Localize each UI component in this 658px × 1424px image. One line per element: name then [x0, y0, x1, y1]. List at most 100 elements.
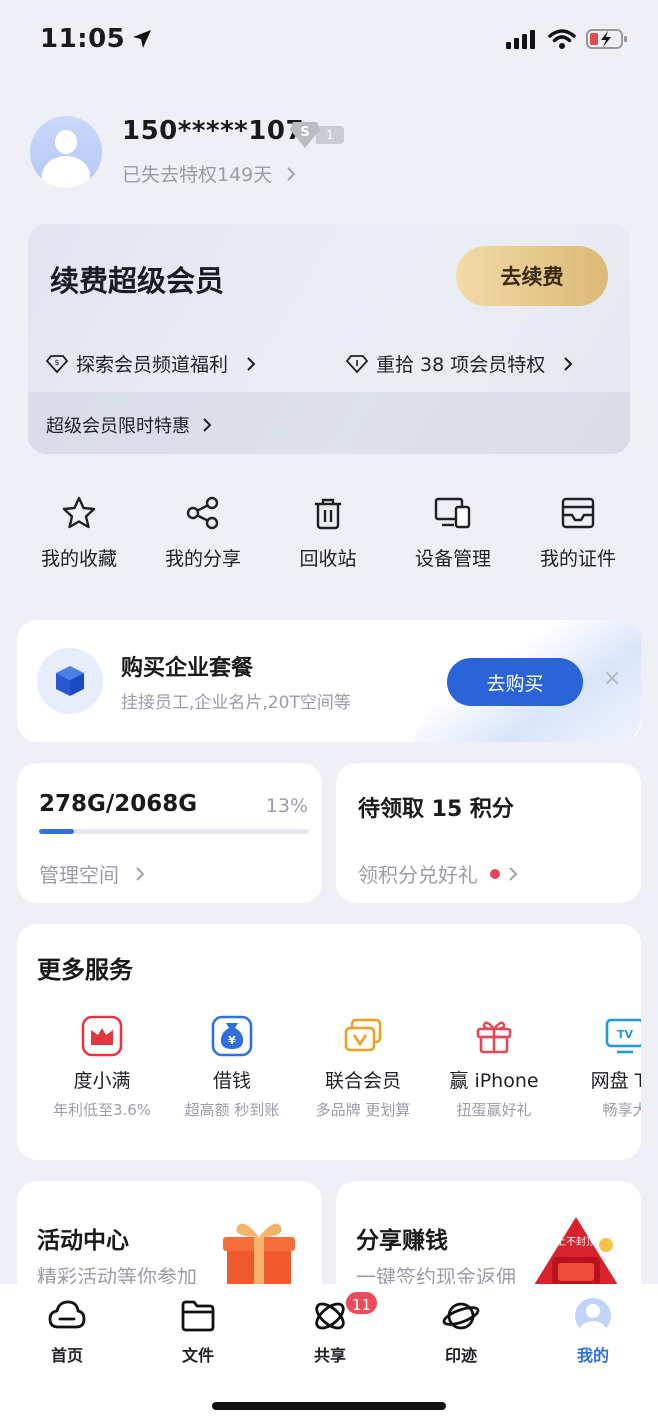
vip-promo-label: 超级会员限时特惠	[46, 416, 190, 437]
badge-letter: S	[290, 122, 320, 148]
tab-imprint[interactable]: 印迹	[411, 1296, 511, 1366]
username: 150*****107	[122, 116, 305, 146]
svg-text:$: $	[54, 358, 59, 367]
buy-button[interactable]: 去购买	[447, 658, 583, 706]
manage-space-label: 管理空间	[39, 863, 119, 887]
storage-percent: 13%	[265, 795, 308, 817]
service-name: 联合会员	[324, 1070, 401, 1092]
manage-space-link[interactable]: 管理空间	[39, 859, 145, 888]
tab-label: 首页	[50, 1346, 83, 1365]
folder-icon	[178, 1296, 218, 1336]
shortcut-label: 我的收藏	[40, 548, 117, 570]
tv-icon: TV	[603, 1014, 641, 1058]
service-name: 赢 iPhone	[449, 1070, 539, 1092]
service-joint-membership[interactable]: 联合会员 多品牌 更划算	[298, 1014, 428, 1120]
vip-renew-card: 续费超级会员 去续费 $ 探索会员频道福利 重拾 38 项会员特权 超级会员限时…	[28, 224, 630, 454]
vip-title: 续费超级会员	[50, 264, 225, 298]
privilege-expired-link[interactable]: 已失去特权149天	[122, 160, 296, 187]
service-duxiaoman[interactable]: 度小满 年利低至3.6%	[37, 1014, 167, 1120]
signal-icon	[506, 30, 535, 49]
promo-art-text: 上不封顶	[556, 1237, 596, 1248]
shortcut-label: 我的证件	[539, 548, 616, 570]
tab-home[interactable]: 首页	[17, 1296, 117, 1366]
shortcut-devices[interactable]: 设备管理	[391, 494, 515, 571]
diamond-coin-icon: $	[46, 354, 68, 373]
avatar[interactable]	[30, 116, 102, 188]
chevron-right-icon	[509, 866, 518, 881]
status-indicators	[506, 28, 628, 50]
tab-files[interactable]: 文件	[148, 1296, 248, 1366]
regain-privileges-link[interactable]: 重拾 38 项会员特权	[346, 350, 573, 377]
service-desc: 扭蛋赢好礼	[456, 1101, 532, 1119]
status-time: 11:05	[40, 24, 153, 54]
shortcut-shares[interactable]: 我的分享	[141, 494, 265, 571]
shortcut-recycle-bin[interactable]: 回收站	[266, 494, 390, 571]
service-desc: 年利低至3.6%	[52, 1101, 152, 1119]
chevron-right-icon	[247, 356, 256, 371]
planet-icon	[441, 1296, 481, 1336]
svg-text:TV: TV	[617, 1028, 634, 1041]
service-desc: 超高额 秒到账	[184, 1101, 280, 1119]
redeem-points-label: 领积分兑好礼	[358, 863, 478, 887]
duxiaoman-icon	[80, 1014, 124, 1058]
more-services-card: 更多服务 度小满 年利低至3.6% ¥ 借钱 超高额 秒到账 联合会员 多品牌 …	[17, 924, 641, 1160]
avatar-body	[42, 156, 90, 188]
vip-promo-link[interactable]: 超级会员限时特惠	[46, 412, 212, 438]
cloud-icon	[47, 1296, 87, 1336]
chevron-right-icon	[287, 166, 296, 181]
service-desc: 畅享大	[602, 1101, 641, 1119]
promo-title: 分享赚钱	[356, 1228, 448, 1254]
vip-cards-icon	[341, 1014, 385, 1058]
enterprise-title: 购买企业套餐	[121, 656, 254, 681]
cube-icon	[37, 648, 103, 714]
enterprise-plan-card[interactable]: 购买企业套餐 挂接员工,企业名片,20T空间等 去购买 ×	[17, 620, 641, 742]
storage-usage: 278G/2068G	[39, 791, 198, 817]
vip-level-badge[interactable]: S 1	[290, 122, 344, 148]
points-card[interactable]: 待领取 15 积分 领积分兑好礼	[336, 763, 641, 903]
service-netdisk-tv[interactable]: TV 网盘 TV 畅享大	[560, 1014, 641, 1120]
renew-button[interactable]: 去续费	[456, 246, 608, 306]
storage-card[interactable]: 278G/2068G 13% 管理空间	[17, 763, 322, 903]
avatar-icon	[573, 1296, 613, 1336]
service-name: 借钱	[212, 1070, 251, 1092]
tab-label: 文件	[181, 1346, 214, 1365]
shortcut-label: 设备管理	[414, 548, 491, 570]
share-count-badge: 11	[344, 1290, 380, 1316]
service-desc: 多品牌 更划算	[315, 1101, 411, 1119]
tab-me[interactable]: 我的	[543, 1296, 643, 1366]
tab-label: 我的	[576, 1346, 609, 1365]
devices-icon	[434, 494, 472, 532]
explore-vip-link[interactable]: $ 探索会员频道福利	[46, 350, 256, 377]
home-indicator[interactable]	[212, 1402, 446, 1410]
close-icon[interactable]: ×	[603, 666, 621, 691]
redeem-points-link[interactable]: 领积分兑好礼	[358, 859, 518, 888]
service-borrow[interactable]: ¥ 借钱 超高额 秒到账	[167, 1014, 297, 1120]
avatar-head	[55, 130, 77, 154]
share-icon	[184, 494, 222, 532]
battery-icon	[586, 29, 627, 49]
promo-title: 活动中心	[37, 1228, 129, 1254]
services-title: 更多服务	[37, 956, 133, 984]
points-title: 待领取 15 积分	[358, 797, 514, 822]
regain-privileges-label: 重拾 38 项会员特权	[376, 354, 546, 376]
chevron-right-icon	[136, 866, 145, 881]
service-win-iphone[interactable]: 赢 iPhone 扭蛋赢好礼	[429, 1014, 559, 1120]
privilege-expired-text: 已失去特权149天	[122, 164, 273, 186]
chevron-right-icon	[203, 418, 212, 432]
gift-icon	[472, 1014, 516, 1058]
tab-label: 共享	[313, 1346, 346, 1365]
status-time-text: 11:05	[40, 24, 126, 54]
diamond-icon	[346, 354, 368, 373]
storage-progress-fill	[39, 829, 75, 834]
shortcut-favorites[interactable]: 我的收藏	[17, 494, 141, 571]
service-name: 网盘 TV	[590, 1070, 641, 1092]
notification-dot	[490, 868, 500, 879]
shortcut-id-cards[interactable]: 我的证件	[516, 494, 640, 571]
location-arrow-icon	[133, 30, 152, 48]
shortcut-label: 回收站	[299, 548, 357, 570]
star-icon	[60, 494, 98, 532]
id-card-icon	[559, 494, 597, 532]
money-bag-icon: ¥	[210, 1014, 254, 1058]
tab-label: 印迹	[444, 1346, 477, 1365]
badge-level: 1	[316, 126, 344, 144]
